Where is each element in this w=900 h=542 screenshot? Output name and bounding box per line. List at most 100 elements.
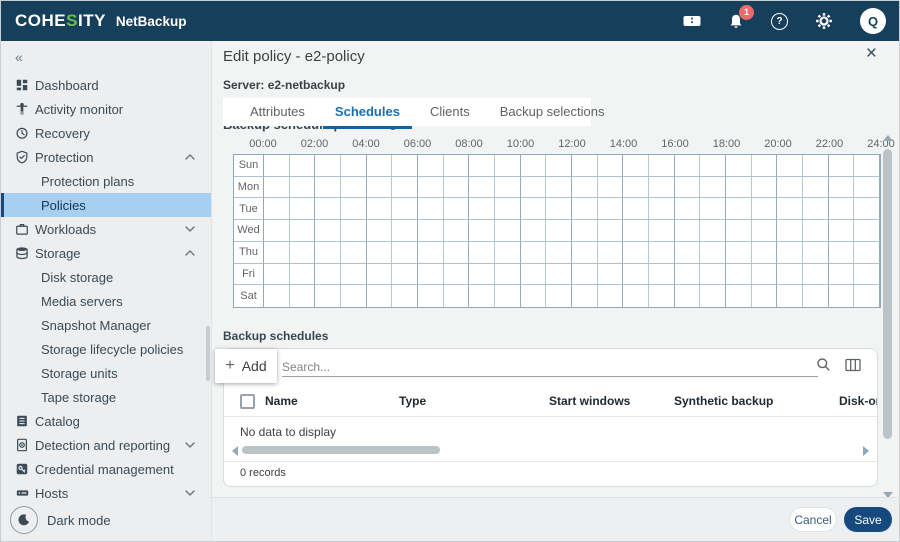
tab-attributes[interactable]: Attributes	[235, 98, 320, 126]
schedule-cell[interactable]	[418, 155, 444, 177]
schedule-cell[interactable]	[418, 242, 444, 264]
sidebar-item-tape-storage[interactable]: Tape storage	[1, 385, 211, 409]
tab-schedules[interactable]: Schedules	[320, 98, 415, 126]
schedule-cell[interactable]	[649, 242, 675, 264]
schedule-cell[interactable]	[726, 155, 752, 177]
schedule-cell[interactable]	[264, 220, 290, 242]
schedule-cell[interactable]	[469, 155, 495, 177]
schedule-cell[interactable]	[418, 220, 444, 242]
schedule-cell[interactable]	[854, 285, 880, 307]
sidebar-item-dashboard[interactable]: Dashboard	[1, 73, 211, 97]
schedule-cell[interactable]	[598, 264, 624, 286]
schedule-cell[interactable]	[341, 177, 367, 199]
schedule-cell[interactable]	[290, 220, 316, 242]
schedule-cell[interactable]	[598, 220, 624, 242]
schedule-cell[interactable]	[623, 155, 649, 177]
column-settings-icon[interactable]	[845, 358, 861, 377]
schedule-cell[interactable]	[700, 198, 726, 220]
schedule-cell[interactable]	[546, 242, 572, 264]
schedule-cell[interactable]	[367, 177, 393, 199]
schedule-cell[interactable]	[803, 220, 829, 242]
schedule-cell[interactable]	[598, 177, 624, 199]
schedule-cell[interactable]	[367, 198, 393, 220]
schedule-cell[interactable]	[546, 264, 572, 286]
schedule-cell[interactable]	[777, 198, 803, 220]
schedule-cell[interactable]	[495, 285, 521, 307]
schedule-cell[interactable]	[700, 242, 726, 264]
schedule-cell[interactable]	[700, 177, 726, 199]
schedule-cell[interactable]	[803, 264, 829, 286]
schedule-cell[interactable]	[392, 285, 418, 307]
schedule-cell[interactable]	[598, 285, 624, 307]
schedule-cell[interactable]	[290, 177, 316, 199]
schedule-cell[interactable]	[418, 198, 444, 220]
schedule-cell[interactable]	[315, 198, 341, 220]
schedule-cell[interactable]	[598, 198, 624, 220]
schedule-cell[interactable]	[341, 220, 367, 242]
schedule-cell[interactable]	[521, 155, 547, 177]
schedule-cell[interactable]	[315, 285, 341, 307]
schedule-cell[interactable]	[495, 242, 521, 264]
schedule-cell[interactable]	[726, 264, 752, 286]
schedule-cell[interactable]	[341, 264, 367, 286]
schedule-cell[interactable]	[854, 264, 880, 286]
schedule-cell[interactable]	[829, 177, 855, 199]
tab-backup-selections[interactable]: Backup selections	[485, 98, 620, 126]
schedule-cell[interactable]	[649, 155, 675, 177]
schedule-cell[interactable]	[469, 264, 495, 286]
schedule-cell[interactable]	[675, 198, 701, 220]
schedule-cell[interactable]	[495, 220, 521, 242]
schedule-cell[interactable]	[392, 220, 418, 242]
schedule-cell[interactable]	[752, 242, 778, 264]
schedule-cell[interactable]	[700, 285, 726, 307]
sidebar-item-storage-units[interactable]: Storage units	[1, 361, 211, 385]
schedule-cell[interactable]	[264, 264, 290, 286]
schedule-cell[interactable]	[315, 264, 341, 286]
schedule-cell[interactable]	[623, 285, 649, 307]
schedule-cell[interactable]	[675, 177, 701, 199]
schedule-cell[interactable]	[598, 242, 624, 264]
schedule-cell[interactable]	[495, 177, 521, 199]
schedule-cell[interactable]	[803, 198, 829, 220]
schedule-cell[interactable]	[726, 285, 752, 307]
schedule-cell[interactable]	[444, 155, 470, 177]
schedule-cell[interactable]	[264, 155, 290, 177]
close-icon[interactable]: ×	[866, 44, 877, 64]
sidebar-item-policies[interactable]: Policies	[1, 193, 211, 217]
schedule-cell[interactable]	[521, 264, 547, 286]
vertical-scrollbar-thumb[interactable]	[883, 149, 892, 439]
schedule-cell[interactable]	[264, 198, 290, 220]
schedule-cell[interactable]	[392, 177, 418, 199]
schedule-cell[interactable]	[777, 220, 803, 242]
schedule-cell[interactable]	[367, 242, 393, 264]
schedule-cell[interactable]	[495, 155, 521, 177]
schedule-cell[interactable]	[367, 264, 393, 286]
schedule-cell[interactable]	[598, 155, 624, 177]
schedule-cell[interactable]	[829, 285, 855, 307]
schedule-cell[interactable]	[495, 198, 521, 220]
schedule-cell[interactable]	[290, 198, 316, 220]
schedule-cell[interactable]	[623, 177, 649, 199]
schedule-cell[interactable]	[418, 177, 444, 199]
schedule-cell[interactable]	[341, 198, 367, 220]
horizontal-scrollbar-thumb[interactable]	[242, 446, 440, 454]
schedule-cell[interactable]	[752, 264, 778, 286]
schedule-cell[interactable]	[572, 242, 598, 264]
schedule-cell[interactable]	[649, 220, 675, 242]
sidebar-collapse-button[interactable]: «	[15, 49, 23, 65]
schedule-cell[interactable]	[469, 220, 495, 242]
schedule-cell[interactable]	[623, 242, 649, 264]
schedule-cell[interactable]	[572, 198, 598, 220]
schedule-cell[interactable]	[521, 177, 547, 199]
schedule-cell[interactable]	[854, 220, 880, 242]
schedule-cell[interactable]	[752, 177, 778, 199]
schedule-cell[interactable]	[469, 198, 495, 220]
schedule-cell[interactable]	[469, 242, 495, 264]
schedule-cell[interactable]	[726, 177, 752, 199]
schedule-cell[interactable]	[444, 264, 470, 286]
schedule-cell[interactable]	[675, 220, 701, 242]
schedule-cell[interactable]	[341, 285, 367, 307]
schedule-cell[interactable]	[444, 220, 470, 242]
schedule-cell[interactable]	[623, 198, 649, 220]
schedule-cell[interactable]	[854, 177, 880, 199]
